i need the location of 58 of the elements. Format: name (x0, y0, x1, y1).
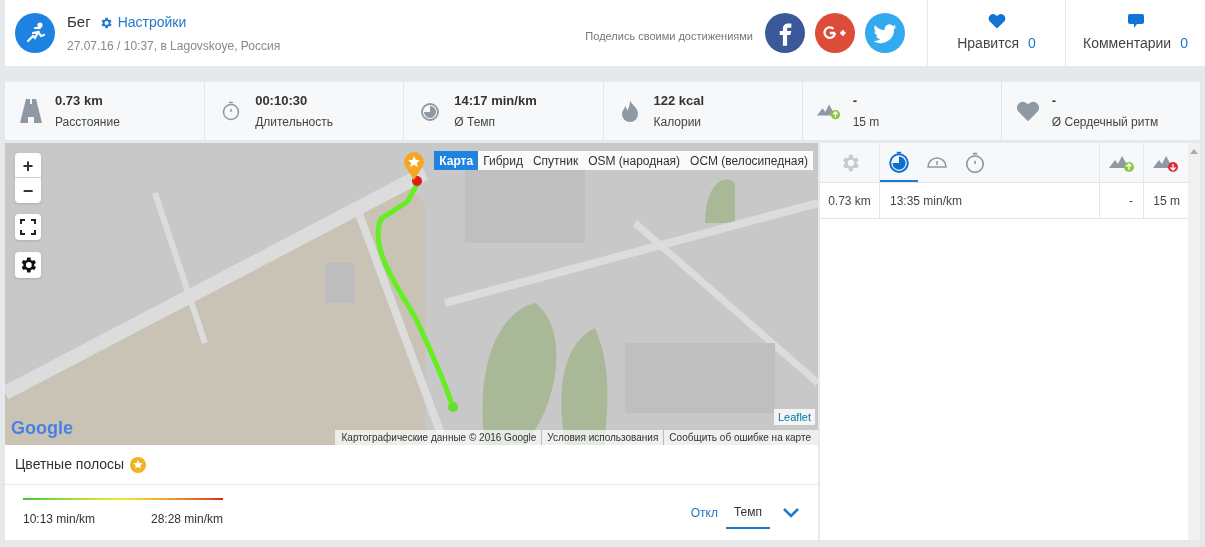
star-badge-icon (130, 456, 147, 473)
table-cell: 0.73 km (820, 183, 880, 218)
stat-label: Расстояние (55, 114, 120, 132)
google-logo: Google (11, 417, 73, 440)
pace-icon (420, 101, 441, 121)
stat-value: - (852, 91, 858, 110)
stat-label: Длительность (255, 114, 333, 132)
map-layer-tab[interactable]: Гибрид (478, 151, 528, 170)
stat-label: 15 m (852, 114, 880, 132)
stat-label: Ø Сердечный ритм (1051, 114, 1159, 132)
comments-button[interactable]: Комментарии 0 (1065, 0, 1205, 66)
stat-value: - (1051, 91, 1058, 110)
table-cell-text: 13:35 min/km (889, 192, 964, 210)
speech-bubble-icon (1127, 12, 1144, 29)
google-plus-share-icon[interactable] (815, 13, 855, 53)
settings-link[interactable]: Настройки (98, 12, 187, 33)
settings-button[interactable] (15, 252, 41, 278)
road-icon (20, 99, 42, 123)
color-band-option[interactable]: Откл (682, 496, 726, 529)
stat-value: 14:17 min/km (454, 91, 537, 110)
stat-label: Калории (653, 114, 703, 132)
stat-value: 122 kcal (653, 91, 705, 110)
heart-icon (1015, 100, 1040, 122)
heart-icon (987, 12, 1006, 29)
fullscreen-button[interactable] (15, 214, 41, 240)
share-label: Поделись своими достижениями (585, 28, 753, 44)
runner-icon (15, 13, 55, 53)
map[interactable]: + − Карта Гибрид Спутник OSM (народная) ОСМ (велосипедная) Google Leaflet Картографические данные © 2016 Google Условия использования Сообщить об ошибке на карте (5, 143, 818, 445)
twitter-share-icon[interactable] (865, 13, 905, 53)
table-cell: - (1099, 183, 1143, 218)
color-band-option[interactable]: Темп (725, 496, 770, 529)
activity-title: Бег (67, 12, 91, 33)
scrollbar[interactable] (1188, 143, 1200, 540)
ascent-icon (816, 102, 841, 120)
fullscreen-icon (20, 219, 36, 235)
stat-value: 0.73 km (55, 91, 104, 110)
speedometer-icon (927, 157, 947, 168)
start-marker-icon (404, 152, 424, 180)
pace-icon (888, 150, 910, 173)
map-layer-tab[interactable]: ОСМ (велосипедная) (685, 151, 813, 170)
map-layer-tab[interactable]: Карта (434, 151, 479, 170)
color-bands-title: Цветные полосы (15, 455, 125, 474)
map-layer-tab[interactable]: Спутник (527, 151, 584, 170)
facebook-share-icon[interactable] (765, 13, 805, 53)
gradient-min-label: 10:13 min/km (23, 510, 96, 528)
map-layer-tab[interactable]: OSM (народная) (583, 151, 686, 170)
stat-value: 00:10:30 (255, 91, 309, 110)
flame-icon (621, 100, 638, 122)
chevron-down-icon[interactable] (782, 506, 800, 519)
gradient-max-label: 28:28 min/km (150, 510, 223, 528)
map-attribution: Картографические данные © 2016 Google (340, 431, 538, 445)
stopwatch-icon (965, 151, 985, 174)
zoom-out-button[interactable]: − (15, 178, 41, 203)
stopwatch-icon (222, 101, 241, 121)
like-button[interactable]: Нравится 0 (927, 0, 1065, 66)
activity-subtitle: 27.07.16 / 10:37, в Lagovskoye, Россия (67, 37, 281, 55)
stat-label: Ø Темп (454, 114, 497, 132)
zoom-in-button[interactable]: + (15, 153, 41, 178)
